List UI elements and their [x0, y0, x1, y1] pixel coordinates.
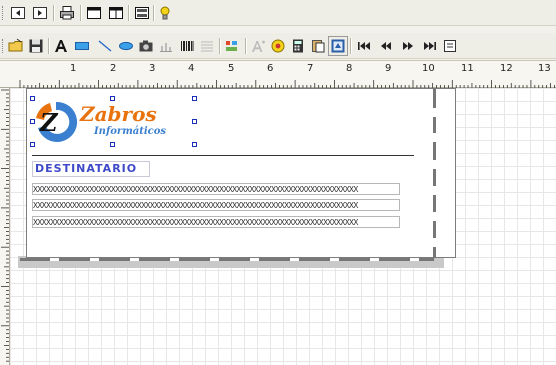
columns-icon — [109, 7, 123, 19]
first-record-button[interactable] — [354, 36, 374, 56]
layout-button[interactable] — [84, 3, 104, 23]
copy-button[interactable] — [308, 36, 328, 56]
ruler-mark: 2 — [110, 63, 117, 74]
diagonal-line-icon — [98, 40, 112, 52]
selection-handle[interactable] — [30, 119, 35, 124]
open-folder-icon — [8, 38, 23, 52]
selection-handle[interactable] — [192, 119, 197, 124]
ruler-mark: 3 — [149, 63, 156, 74]
calculator-button[interactable] — [288, 36, 308, 56]
printer-icon — [60, 6, 74, 20]
lines-icon — [201, 41, 213, 52]
line-tool-button[interactable] — [95, 36, 115, 56]
recipient-label[interactable]: DESTINATARIO — [32, 161, 150, 177]
vertical-ruler-ticks — [1, 89, 9, 362]
ruler-mark: 4 — [188, 63, 195, 74]
logo-subtitle: Informáticos — [94, 126, 167, 137]
next-record-button[interactable] — [398, 36, 418, 56]
ruler-mark: 11 — [461, 63, 474, 74]
toolbar-top — [0, 0, 556, 26]
print-button[interactable] — [57, 3, 77, 23]
ellipse-tool-button[interactable] — [116, 36, 136, 56]
chart-icon — [160, 43, 172, 52]
ruler-mark: 13 — [538, 63, 551, 74]
columns-button[interactable] — [106, 3, 126, 23]
rectangle-icon — [75, 42, 89, 50]
selection-handle[interactable] — [192, 96, 197, 101]
target-icon — [271, 39, 285, 53]
selection-handle[interactable] — [30, 142, 35, 147]
barcode-icon — [181, 41, 194, 51]
ellipse-icon — [119, 41, 133, 51]
next-page-button[interactable] — [30, 3, 50, 23]
ruler-mark: 7 — [307, 63, 314, 74]
font-size-icon — [252, 40, 265, 52]
toolbar-grip[interactable] — [2, 6, 6, 20]
barcode-tool-button[interactable] — [177, 36, 197, 56]
selection-handle[interactable] — [110, 142, 115, 147]
properties-button[interactable] — [328, 36, 348, 56]
ruler-mark: 9 — [385, 63, 392, 74]
vertical-ruler — [0, 88, 10, 365]
next-record-icon — [403, 42, 413, 50]
last-record-button[interactable] — [420, 36, 440, 56]
properties-icon — [331, 39, 345, 53]
selection-handle[interactable] — [192, 142, 197, 147]
ruler-mark: 6 — [267, 63, 274, 74]
first-page-button[interactable] — [8, 3, 28, 23]
image-tool-button[interactable] — [136, 36, 156, 56]
richtext-tool-button[interactable] — [197, 36, 217, 56]
ruler-mark: 5 — [228, 63, 235, 74]
first-record-icon — [358, 42, 370, 50]
selection-handle[interactable] — [110, 96, 115, 101]
logo-initial-s: s — [56, 114, 67, 135]
font-button[interactable] — [248, 36, 268, 56]
separator-line[interactable] — [32, 155, 414, 156]
address-field-1[interactable]: XXXXXXXXXXXXXXXXXXXXXXXXXXXXXXXXXXXXXXXX… — [32, 183, 400, 195]
ruler-mark: 1 — [70, 63, 77, 74]
ruler-mark: 10 — [422, 63, 435, 74]
expression-button[interactable] — [268, 36, 288, 56]
address-field-3[interactable]: XXXXXXXXXXXXXXXXXXXXXXXXXXXXXXXXXXXXXXXX… — [32, 216, 400, 228]
page-setup-icon — [135, 7, 149, 19]
bulb-icon — [160, 6, 170, 20]
window-icon — [87, 7, 101, 19]
camera-icon — [139, 40, 153, 52]
text-tool-button[interactable] — [51, 36, 71, 56]
first-page-icon — [11, 7, 25, 19]
page-setup-button[interactable] — [132, 3, 152, 23]
previous-record-button[interactable] — [376, 36, 396, 56]
design-canvas[interactable]: Z s Zabros Informáticos DESTINATARIO XXX… — [10, 88, 556, 365]
address-field-2[interactable]: XXXXXXXXXXXXXXXXXXXXXXXXXXXXXXXXXXXXXXXX… — [32, 199, 400, 211]
next-page-icon — [33, 7, 47, 19]
floppy-disk-icon — [29, 39, 43, 53]
logo-initial-z: Z — [40, 108, 58, 137]
subreport-tool-button[interactable] — [222, 36, 242, 56]
ruler-mark: 12 — [500, 63, 513, 74]
save-button[interactable] — [26, 36, 46, 56]
calculator-icon — [293, 39, 303, 53]
subreport-icon — [226, 41, 237, 51]
ruler-mark: 8 — [346, 63, 353, 74]
chart-tool-button[interactable] — [156, 36, 176, 56]
previous-record-icon — [381, 42, 391, 50]
clipboard-icon — [312, 40, 325, 53]
selection-handle[interactable] — [30, 96, 35, 101]
exit-button[interactable] — [440, 36, 460, 56]
exit-icon — [444, 40, 456, 52]
logo-brand: Zabros — [80, 102, 157, 126]
letter-a-icon — [55, 40, 67, 52]
horizontal-ruler: 1 2 3 4 5 6 7 8 9 10 11 12 13 — [0, 60, 556, 88]
company-logo[interactable]: Z s Zabros Informáticos — [32, 98, 192, 146]
hint-button[interactable] — [155, 3, 175, 23]
last-record-icon — [424, 42, 436, 50]
rectangle-tool-button[interactable] — [72, 36, 92, 56]
toolbar-designer — [0, 33, 556, 59]
open-button[interactable] — [6, 36, 26, 56]
